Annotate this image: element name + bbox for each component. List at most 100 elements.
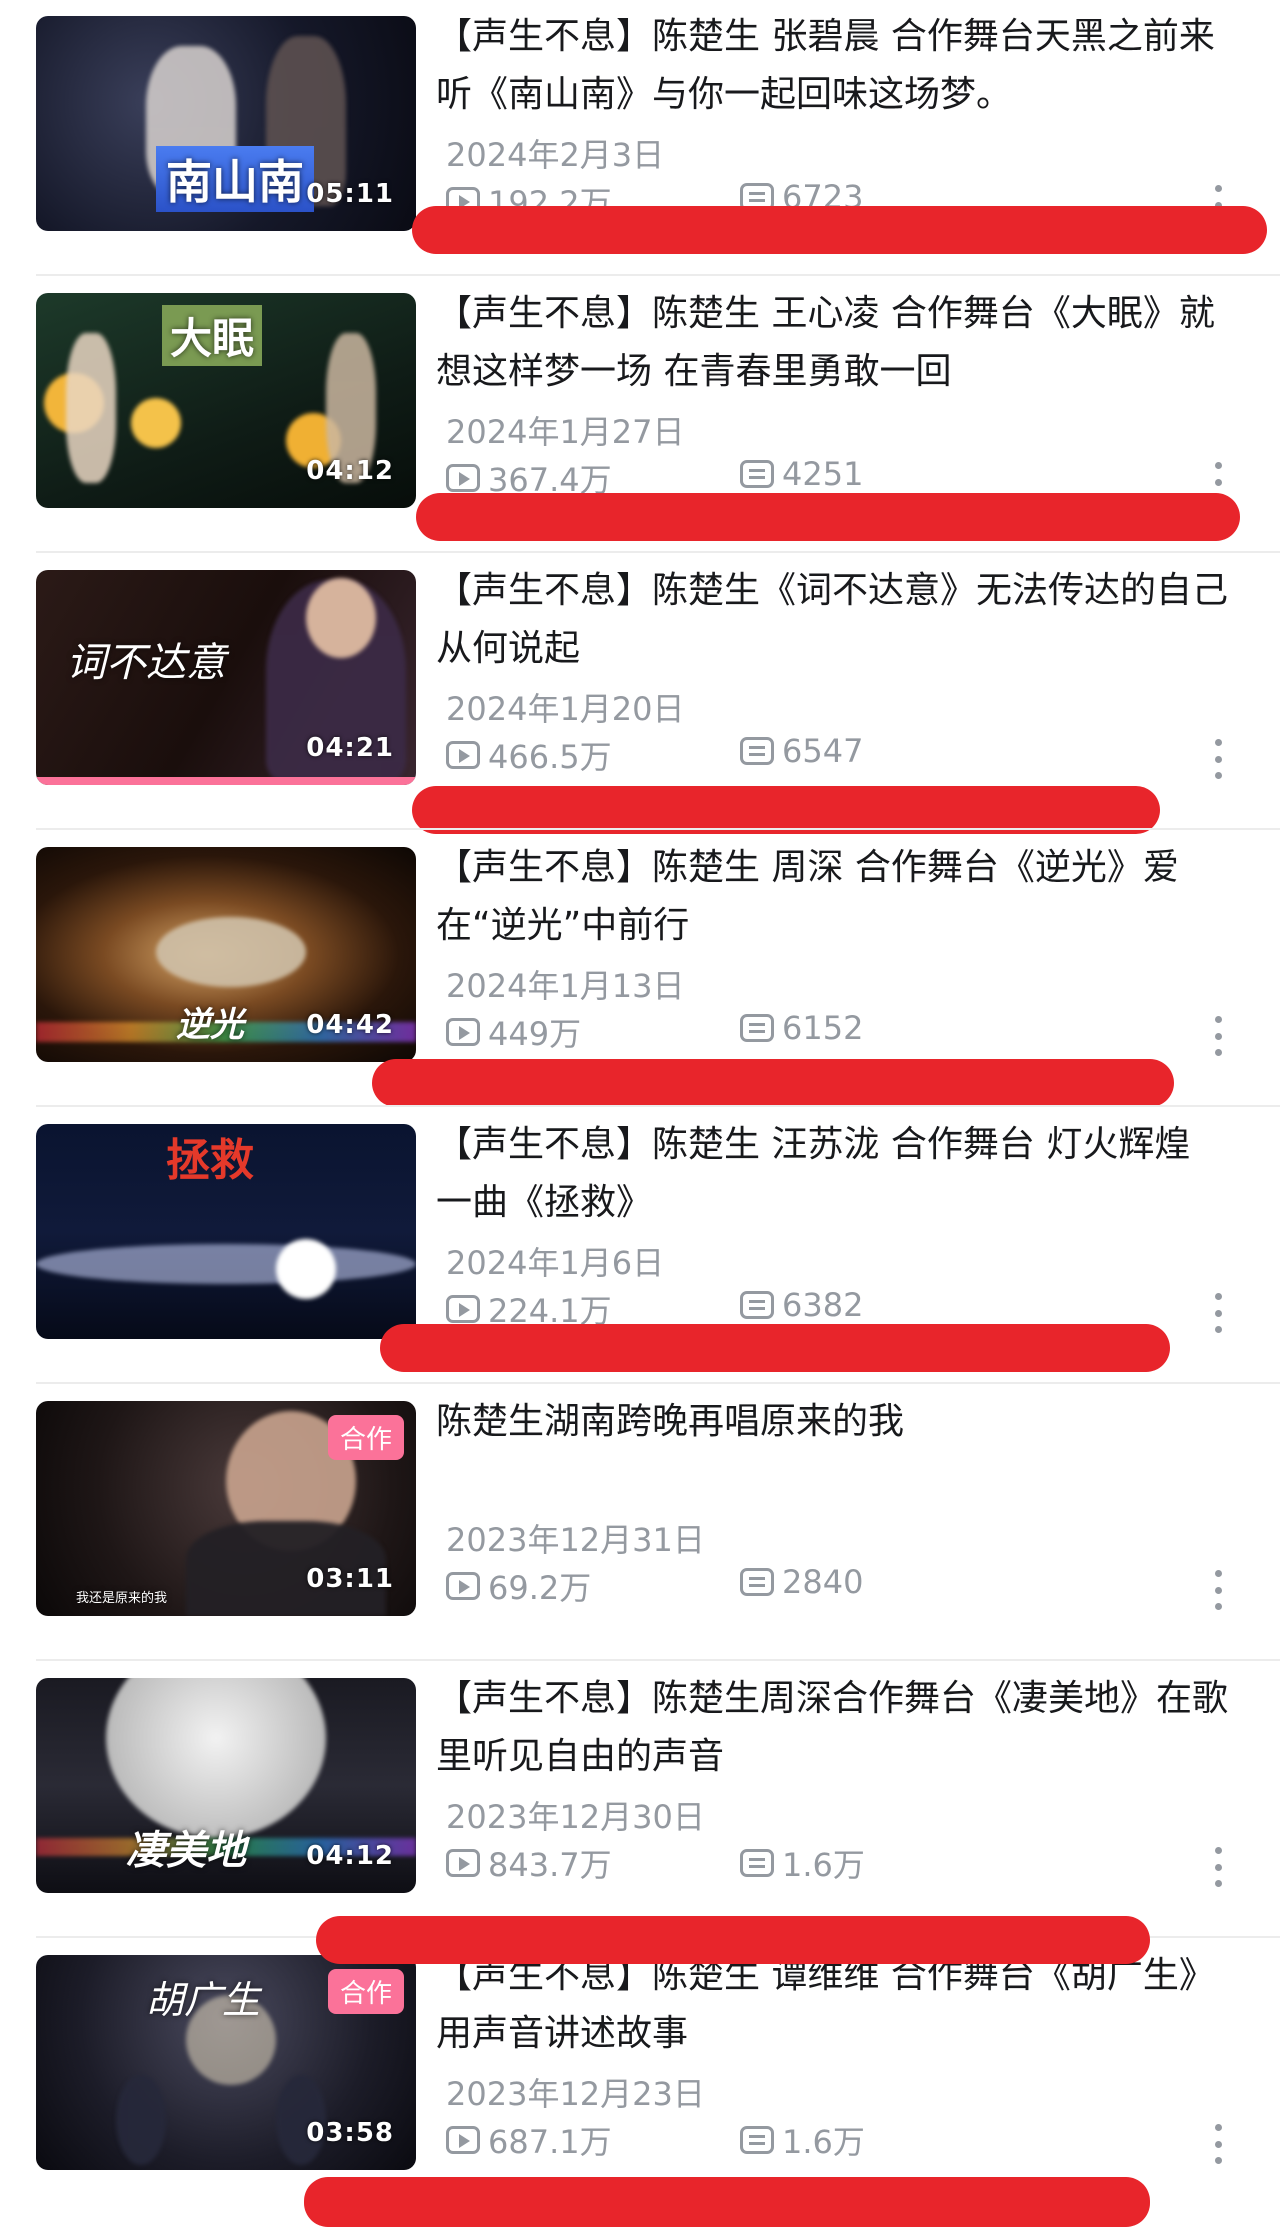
play-count-icon bbox=[446, 1018, 480, 1046]
play-count-icon bbox=[446, 1572, 480, 1600]
danmu-count: 6152 bbox=[740, 1009, 863, 1047]
video-duration: 04:12 bbox=[306, 1841, 394, 1871]
danmu-count: 6382 bbox=[740, 1286, 863, 1324]
thumbnail-overlay-title: 我还是原来的我 bbox=[76, 1591, 168, 1606]
video-item[interactable]: 合作 胡广生 03:58 【声生不息】陈楚生 谭维维 合作舞台《胡广生》用声音讲… bbox=[0, 1939, 1280, 2227]
video-item[interactable]: 南山南 05:11 【声生不息】陈楚生 张碧晨 合作舞台天黑之前来听《南山南》与… bbox=[0, 0, 1280, 276]
thumbnail-overlay-title: 大眠 bbox=[162, 305, 263, 366]
collab-badge: 合作 bbox=[327, 1969, 404, 2014]
video-date: 2023年12月31日 bbox=[446, 1521, 705, 1559]
redaction-mark bbox=[380, 1324, 1170, 1372]
thumbnail-overlay-title: 词不达意 bbox=[66, 640, 226, 686]
collab-badge: 合作 bbox=[327, 1415, 404, 1460]
video-duration: 05:11 bbox=[306, 179, 394, 209]
redaction-mark bbox=[372, 1059, 1174, 1107]
danmu-icon bbox=[740, 1014, 774, 1042]
play-count-icon bbox=[446, 741, 480, 769]
video-duration: 03:11 bbox=[306, 1564, 394, 1594]
more-options-icon[interactable] bbox=[1212, 2124, 1224, 2164]
danmu-count: 1.6万 bbox=[740, 2117, 865, 2163]
video-thumbnail[interactable]: 南山南 05:11 bbox=[36, 16, 416, 231]
view-count-value: 449万 bbox=[488, 1015, 582, 1053]
divider bbox=[36, 1105, 1280, 1107]
redaction-mark bbox=[304, 2177, 1150, 2227]
video-date: 2023年12月30日 bbox=[446, 1798, 705, 1836]
video-thumbnail[interactable]: 合作 胡广生 03:58 bbox=[36, 1955, 416, 2170]
danmu-count-value: 1.6万 bbox=[782, 2123, 865, 2161]
view-count: 69.2万 bbox=[446, 1563, 591, 1609]
video-date: 2024年1月13日 bbox=[446, 967, 685, 1005]
video-item[interactable]: 凄美地 04:12 【声生不息】陈楚生周深合作舞台《凄美地》在歌里听见自由的声音… bbox=[0, 1662, 1280, 1964]
danmu-icon bbox=[740, 737, 774, 765]
danmu-count-value: 4251 bbox=[782, 455, 864, 493]
thumbnail-overlay-title: 拯救 bbox=[166, 1135, 254, 1186]
video-item[interactable]: 词不达意 04:21 【声生不息】陈楚生《词不达意》无法传达的自己 从何说起 2… bbox=[0, 554, 1280, 834]
more-options-icon[interactable] bbox=[1212, 1847, 1224, 1887]
thumbnail-overlay-title: 凄美地 bbox=[126, 1828, 246, 1874]
danmu-count: 6547 bbox=[740, 732, 863, 770]
more-options-icon[interactable] bbox=[1212, 1570, 1224, 1610]
divider bbox=[36, 1382, 1280, 1384]
video-date: 2024年1月6日 bbox=[446, 1244, 665, 1282]
divider bbox=[36, 274, 1280, 276]
danmu-count-value: 2840 bbox=[782, 1563, 864, 1601]
video-thumbnail[interactable]: 大眠 04:12 bbox=[36, 293, 416, 508]
video-duration: 04:21 bbox=[306, 733, 394, 763]
danmu-count-value: 6382 bbox=[782, 1286, 864, 1324]
more-options-icon[interactable] bbox=[1212, 1016, 1224, 1056]
view-count-value: 843.7万 bbox=[488, 1846, 612, 1884]
view-count: 466.5万 bbox=[446, 732, 612, 778]
danmu-count: 2840 bbox=[740, 1563, 863, 1601]
danmu-icon bbox=[740, 1291, 774, 1319]
video-date: 2024年1月20日 bbox=[446, 690, 685, 728]
danmu-count-value: 1.6万 bbox=[782, 1846, 865, 1884]
video-title[interactable]: 陈楚生湖南跨晚再唱原来的我 bbox=[436, 1393, 1236, 1451]
redaction-mark bbox=[412, 206, 1267, 254]
video-item[interactable]: 大眠 04:12 【声生不息】陈楚生 王心凌 合作舞台《大眠》就想这样梦一场 在… bbox=[0, 277, 1280, 553]
more-options-icon[interactable] bbox=[1212, 1293, 1224, 1333]
divider bbox=[36, 551, 1280, 553]
video-duration: 03:58 bbox=[306, 2118, 394, 2148]
danmu-icon bbox=[740, 460, 774, 488]
thumbnail-overlay-title: 逆光 bbox=[176, 1005, 244, 1045]
thumbnail-overlay-title: 胡广生 bbox=[146, 1978, 261, 2022]
video-thumbnail[interactable]: 逆光 04:42 bbox=[36, 847, 416, 1062]
more-options-icon[interactable] bbox=[1212, 739, 1224, 779]
video-duration: 04:42 bbox=[306, 1010, 394, 1040]
video-thumbnail[interactable]: 词不达意 04:21 bbox=[36, 570, 416, 785]
video-title[interactable]: 【声生不息】陈楚生 王心凌 合作舞台《大眠》就想这样梦一场 在青春里勇敢一回 bbox=[436, 285, 1236, 401]
danmu-count-value: 6152 bbox=[782, 1009, 864, 1047]
redaction-mark bbox=[316, 1916, 1150, 1964]
play-count-icon bbox=[446, 2126, 480, 2154]
divider bbox=[36, 828, 1280, 830]
video-title[interactable]: 【声生不息】陈楚生 张碧晨 合作舞台天黑之前来听《南山南》与你一起回味这场梦。 bbox=[436, 8, 1236, 124]
redaction-mark bbox=[412, 786, 1160, 834]
video-title[interactable]: 【声生不息】陈楚生 谭维维 合作舞台《胡广生》用声音讲述故事 bbox=[436, 1947, 1236, 2063]
video-title[interactable]: 【声生不息】陈楚生 周深 合作舞台《逆光》爱在“逆光”中前行 bbox=[436, 839, 1236, 955]
video-title[interactable]: 【声生不息】陈楚生《词不达意》无法传达的自己 从何说起 bbox=[436, 562, 1236, 678]
video-title[interactable]: 【声生不息】陈楚生 汪苏泷 合作舞台 灯火辉煌 一曲《拯救》 bbox=[436, 1116, 1236, 1232]
video-item[interactable]: 逆光 04:42 【声生不息】陈楚生 周深 合作舞台《逆光》爱在“逆光”中前行 … bbox=[0, 831, 1280, 1107]
danmu-count-value: 6547 bbox=[782, 732, 864, 770]
thumbnail-overlay-title: 南山南 bbox=[156, 146, 314, 212]
video-date: 2024年2月3日 bbox=[446, 136, 665, 174]
video-thumbnail[interactable]: 合作 我还是原来的我 03:11 bbox=[36, 1401, 416, 1616]
video-duration: 04:12 bbox=[306, 456, 394, 486]
view-count-value: 69.2万 bbox=[488, 1569, 592, 1607]
watch-progress-bar bbox=[36, 777, 416, 785]
video-item[interactable]: 拯救 【声生不息】陈楚生 汪苏泷 合作舞台 灯火辉煌 一曲《拯救》 2024年1… bbox=[0, 1108, 1280, 1384]
video-item[interactable]: 合作 我还是原来的我 03:11 陈楚生湖南跨晚再唱原来的我 2023年12月3… bbox=[0, 1385, 1280, 1661]
view-count-value: 687.1万 bbox=[488, 2123, 612, 2161]
danmu-icon bbox=[740, 1849, 774, 1877]
danmu-icon bbox=[740, 1568, 774, 1596]
view-count-value: 466.5万 bbox=[488, 738, 612, 776]
video-thumbnail[interactable]: 凄美地 04:12 bbox=[36, 1678, 416, 1893]
video-thumbnail[interactable]: 拯救 bbox=[36, 1124, 416, 1339]
view-count: 449万 bbox=[446, 1009, 581, 1055]
danmu-count: 1.6万 bbox=[740, 1840, 865, 1886]
video-date: 2023年12月23日 bbox=[446, 2075, 705, 2113]
play-count-icon bbox=[446, 1295, 480, 1323]
danmu-icon bbox=[740, 2126, 774, 2154]
video-title[interactable]: 【声生不息】陈楚生周深合作舞台《凄美地》在歌里听见自由的声音 bbox=[436, 1670, 1236, 1786]
view-count: 687.1万 bbox=[446, 2117, 612, 2163]
